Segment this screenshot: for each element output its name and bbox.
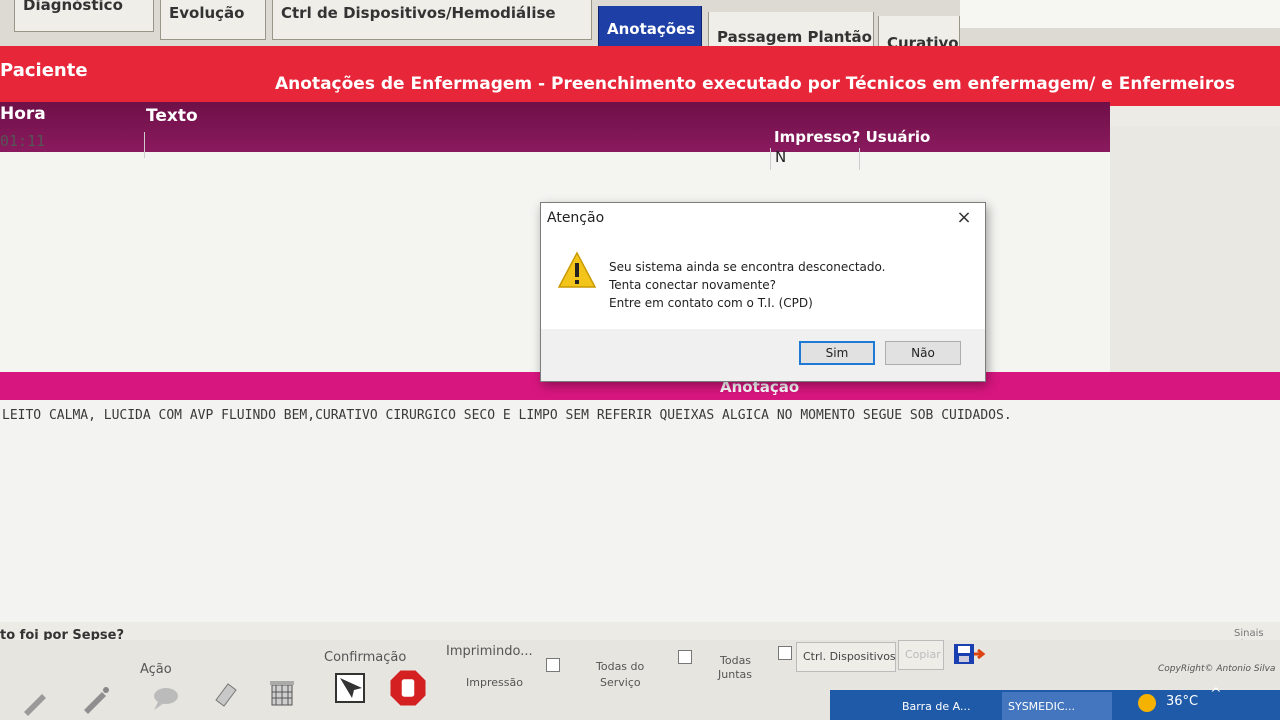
dialog-message-line2: Tenta conectar novamente?	[609, 278, 777, 292]
top-strip	[960, 0, 1280, 28]
impressao-label: Impressão	[466, 676, 523, 689]
taskbar-item-sysmedic[interactable]: SYSMEDIC...	[1002, 692, 1112, 720]
weather-sun-icon	[1138, 694, 1156, 712]
ctrl-dispositivos-label: Ctrl. Dispositivos	[803, 650, 896, 663]
trash-icon[interactable]	[266, 676, 298, 708]
anotacao-text: LEITO CALMA, LUCIDA COM AVP FLUINDO BEM,…	[2, 408, 1012, 423]
paciente-label: Paciente	[0, 60, 88, 81]
comment-icon[interactable]	[150, 680, 182, 712]
tab-diagnostico[interactable]: Diagnóstico	[14, 0, 154, 32]
todas-servico-label-2: Serviço	[600, 676, 641, 689]
tab-bar: Diagnóstico Evolução Ctrl de Dispositivo…	[0, 0, 1280, 68]
edit-icon[interactable]	[80, 684, 112, 716]
table-row[interactable]: 01:11 N	[0, 128, 1110, 170]
alert-dialog: Atenção × Seu sistema ainda se encontra …	[540, 202, 986, 382]
cell-hora: 01:11	[0, 132, 145, 158]
imprimindo-label: Imprimindo...	[446, 644, 533, 659]
dialog-message-line3: Entre em contato com o T.I. (CPD)	[609, 296, 813, 310]
copyright-text: CopyRight© Antonio Silva	[1158, 664, 1276, 674]
tab-label: Passagem Plantão	[717, 28, 872, 46]
column-header-hora[interactable]: Hora	[0, 104, 46, 124]
no-button[interactable]: Não	[885, 341, 961, 365]
eraser-icon[interactable]	[210, 678, 242, 710]
close-icon[interactable]: ×	[953, 207, 975, 229]
header-bar: Paciente Anotações de Enfermagem - Preen…	[0, 46, 1280, 106]
impressao-checkbox[interactable]	[546, 658, 560, 672]
tab-evolucao[interactable]: Evolução	[160, 0, 266, 40]
confirmacao-label: Confirmação	[324, 650, 407, 665]
todas-juntas-label-2: Juntas	[718, 668, 752, 681]
todas-juntas-checkbox[interactable]	[778, 646, 792, 660]
dialog-message-line1: Seu sistema ainda se encontra desconecta…	[609, 260, 886, 274]
tab-ctrl-dispositivos[interactable]: Ctrl de Dispositivos/Hemodiálise	[272, 0, 592, 40]
tab-label: Evolução	[169, 4, 245, 22]
anotacao-textarea[interactable]: LEITO CALMA, LUCIDA COM AVP FLUINDO BEM,…	[0, 400, 1280, 622]
todas-juntas-label-1: Todas	[720, 654, 752, 667]
copiar-button[interactable]: Copiar	[898, 640, 944, 670]
dialog-title: Atenção	[547, 210, 605, 226]
ctrl-dispositivos-button[interactable]: Ctrl. Dispositivos	[796, 642, 896, 672]
todas-servico-label-1: Todas do	[596, 660, 645, 673]
save-exit-icon[interactable]	[952, 640, 986, 668]
taskbar-item-label: Barra de A...	[902, 700, 971, 713]
page-title: Anotações de Enfermagem - Preenchimento …	[275, 74, 1236, 94]
cell-impresso: N	[770, 148, 860, 170]
taskbar-item-label: SYSMEDIC...	[1008, 700, 1076, 713]
tab-label: Ctrl de Dispositivos/Hemodiálise	[281, 4, 556, 22]
dialog-footer: Sim Não	[541, 329, 985, 381]
grid-right-background	[1110, 126, 1280, 380]
tray-chevron-up-icon[interactable]: ^	[1210, 686, 1222, 702]
taskbar-item-barra[interactable]: Barra de A...	[896, 692, 996, 720]
acao-label: Ação	[140, 662, 172, 677]
weather-temperature[interactable]: 36°C	[1166, 694, 1198, 720]
confirm-icon[interactable]	[334, 672, 366, 704]
tab-label: Diagnóstico	[23, 0, 123, 14]
pencil-icon[interactable]	[20, 686, 52, 718]
warning-icon	[557, 251, 597, 288]
stop-hand-icon[interactable]	[388, 668, 428, 708]
copiar-label: Copiar	[905, 648, 941, 661]
column-header-texto[interactable]: Texto	[146, 106, 198, 126]
tab-label: Anotações	[607, 20, 696, 38]
todas-servico-checkbox[interactable]	[678, 650, 692, 664]
yes-button[interactable]: Sim	[799, 341, 875, 365]
